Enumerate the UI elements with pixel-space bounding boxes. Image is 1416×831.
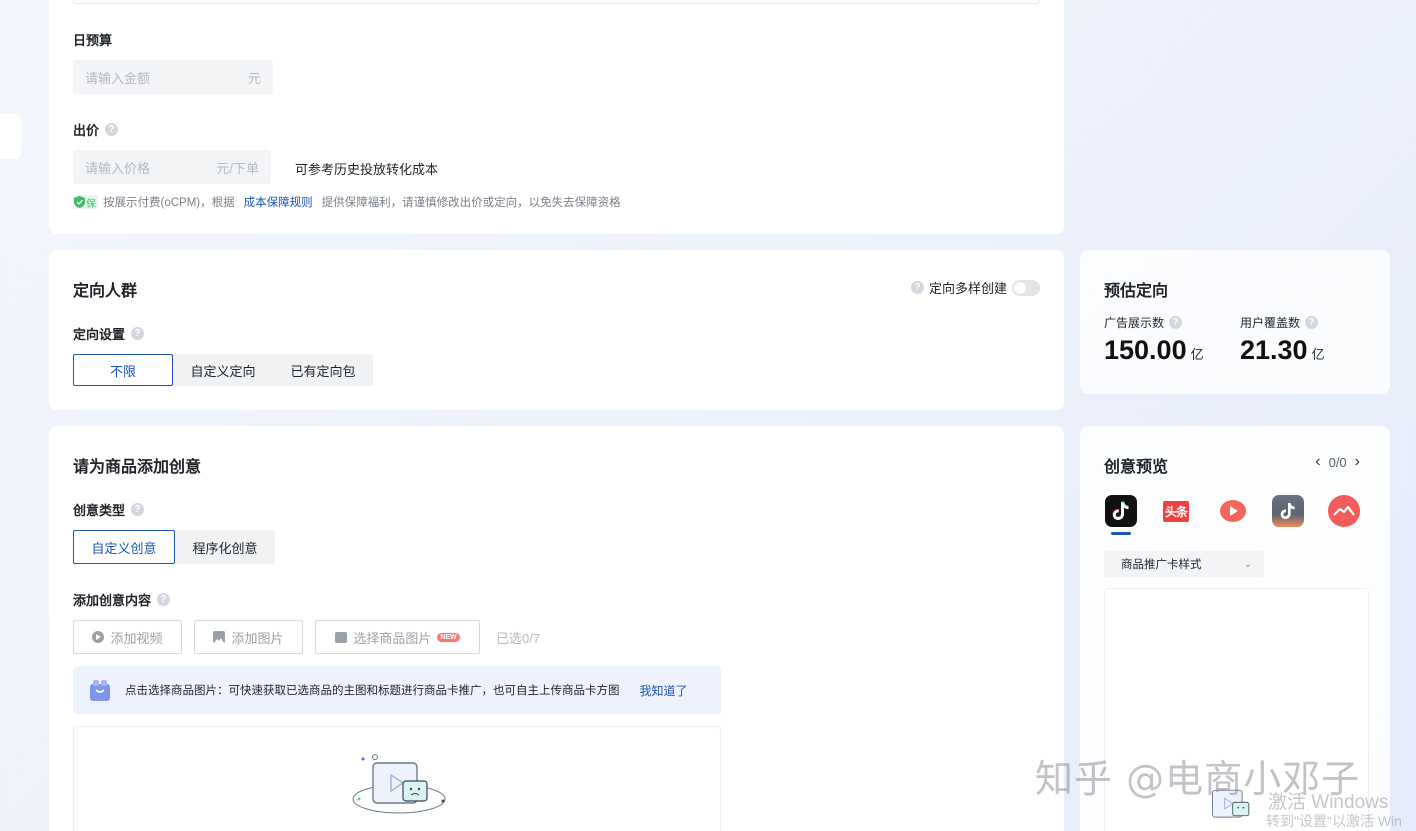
amount-placeholder: 请输入金额 [85, 70, 151, 86]
help-icon[interactable]: ? [157, 593, 171, 606]
price-placeholder: 请输入价格 [85, 160, 151, 176]
impressions-unit: 亿 [1190, 347, 1204, 362]
price-unit: 元/下单 [216, 160, 259, 176]
add-video-label: 添加视频 [110, 630, 163, 646]
add-content-label: 添加创意内容 ? [73, 590, 171, 609]
impressions-value-row: 150.00 亿 [1104, 335, 1204, 366]
guarantee-shield-icon: 保 [73, 195, 98, 210]
coverage-value: 21.30 [1240, 335, 1308, 365]
pager-text: 0/0 [1328, 454, 1347, 470]
help-icon[interactable]: ? [131, 327, 145, 340]
creative-type-custom[interactable]: 自定义创意 [73, 530, 175, 564]
multi-create-label: 定向多样创建 [928, 281, 1007, 296]
selected-count: 已选0/7 [496, 631, 541, 646]
empty-video-illustration [352, 754, 446, 814]
activate-windows-title: 激活 Windows [1268, 792, 1389, 813]
targeting-settings-label: 定向设置 ? [73, 324, 145, 343]
new-badge: NEW [437, 632, 460, 642]
creative-title: 请为商品添加创意 [73, 459, 202, 476]
creative-type-options: 自定义创意 程序化创意 [73, 530, 275, 564]
xigua-icon[interactable] [1217, 495, 1249, 527]
estimate-title: 预估定向 [1104, 283, 1169, 300]
help-icon[interactable]: ? [105, 123, 119, 136]
help-icon[interactable]: ? [910, 281, 924, 294]
coverage-value-row: 21.30 亿 [1240, 335, 1325, 366]
coverage-label: 用户覆盖数 [1240, 316, 1301, 330]
coverage-label-row: 用户覆盖数 ? [1240, 314, 1319, 331]
targeting-options: 不限 自定义定向 已有定向包 [73, 354, 373, 386]
add-video-button[interactable]: 添加视频 [73, 620, 182, 654]
targeting-option-existing-package[interactable]: 已有定向包 [273, 354, 373, 386]
preview-pager: ‹ 0/0 › [1315, 453, 1360, 471]
chevron-right-icon[interactable]: › [1355, 453, 1360, 471]
guarantee-text-before: 按展示付费(oCPM)，根据 [103, 197, 235, 209]
product-card-icon [335, 631, 348, 643]
style-select[interactable]: 商品推广卡样式 ⌄ [1104, 551, 1264, 577]
amount-unit: 元 [247, 70, 261, 86]
targeting-option-custom[interactable]: 自定义定向 [173, 354, 273, 386]
guarantee-row: 保 按展示付费(oCPM)，根据 成本保障规则 提供保障福利，请谨慎修改出价或定… [73, 194, 621, 210]
huoshan-icon[interactable] [1328, 495, 1360, 527]
guarantee-text-after: 提供保障福利，请谨慎修改出价或定向，以免失去保障资格 [321, 197, 621, 209]
estimate-card: 预估定向 广告展示数 ? 150.00 亿 用户覆盖数 ? 21.30 亿 [1080, 250, 1390, 394]
coverage-unit: 亿 [1311, 347, 1325, 362]
creative-card: 请为商品添加创意 创意类型 ? 自定义创意 程序化创意 添加创意内容 ? 添加视… [49, 426, 1064, 831]
product-image-tip: 点击选择商品图片：可快速获取已选商品的主图和标题进行商品卡推广，也可自主上传商品… [73, 666, 721, 714]
creative-type-programmatic[interactable]: 程序化创意 [175, 530, 275, 564]
history-cost-hint: 可参考历史投放转化成本 [295, 162, 439, 177]
douyin-icon[interactable] [1105, 495, 1137, 527]
impressions-value: 150.00 [1104, 335, 1187, 365]
style-select-value: 商品推广卡样式 [1121, 559, 1202, 571]
active-platform-indicator [1111, 532, 1131, 535]
got-it-link[interactable]: 我知道了 [640, 682, 688, 699]
guarantee-badge-text: 保 [86, 198, 96, 210]
creative-empty-area [73, 726, 721, 831]
help-icon[interactable]: ? [1305, 316, 1319, 329]
budget-card: 日预算 请输入金额 元 出价 ? 请输入价格 元/下单 可参考历史投放转化成本 … [49, 0, 1064, 234]
select-product-image-label: 选择商品图片 [353, 630, 432, 646]
help-icon[interactable]: ? [131, 503, 145, 516]
impressions-label: 广告展示数 [1104, 316, 1165, 330]
impressions-label-row: 广告展示数 ? [1104, 314, 1183, 331]
toutiao-logo-text: 头条 [1162, 500, 1189, 522]
daily-budget-input[interactable]: 请输入金额 元 [73, 60, 273, 94]
previous-field-bottom-border [73, 0, 1040, 4]
bid-label: 出价 ? [73, 120, 119, 139]
creative-type-label: 创意类型 ? [73, 500, 145, 519]
preview-title: 创意预览 [1104, 459, 1169, 476]
add-image-label: 添加图片 [231, 630, 284, 646]
targeting-option-unlimited[interactable]: 不限 [73, 354, 173, 386]
daily-budget-label: 日预算 [73, 33, 113, 48]
shopping-bag-icon [89, 678, 111, 702]
select-product-image-button[interactable]: 选择商品图片 NEW [315, 620, 480, 654]
bid-price-input[interactable]: 请输入价格 元/下单 [73, 150, 271, 184]
toutiao-icon[interactable]: 头条 [1160, 495, 1192, 527]
collapsed-side-tab[interactable] [0, 114, 21, 159]
play-circle-icon [92, 631, 105, 643]
cost-guarantee-rules-link[interactable]: 成本保障规则 [244, 194, 313, 210]
targeting-card: 定向人群 ? 定向多样创建 定向设置 ? 不限 自定义定向 已有定向包 [49, 250, 1064, 410]
multi-create-toggle-row: ? 定向多样创建 [910, 278, 1040, 297]
activate-windows-subtitle: 转到"设置"以激活 Win [1266, 813, 1402, 829]
targeting-title: 定向人群 [73, 283, 138, 300]
tip-text: 点击选择商品图片：可快速获取已选商品的主图和标题进行商品卡推广，也可自主上传商品… [125, 685, 620, 697]
douyin-lite-icon[interactable] [1272, 495, 1304, 527]
image-icon [213, 631, 226, 643]
add-image-button[interactable]: 添加图片 [194, 620, 303, 654]
multi-create-toggle[interactable] [1012, 279, 1040, 296]
help-icon[interactable]: ? [1169, 316, 1183, 329]
chevron-left-icon[interactable]: ‹ [1315, 453, 1320, 471]
chevron-down-icon: ⌄ [1243, 558, 1252, 570]
